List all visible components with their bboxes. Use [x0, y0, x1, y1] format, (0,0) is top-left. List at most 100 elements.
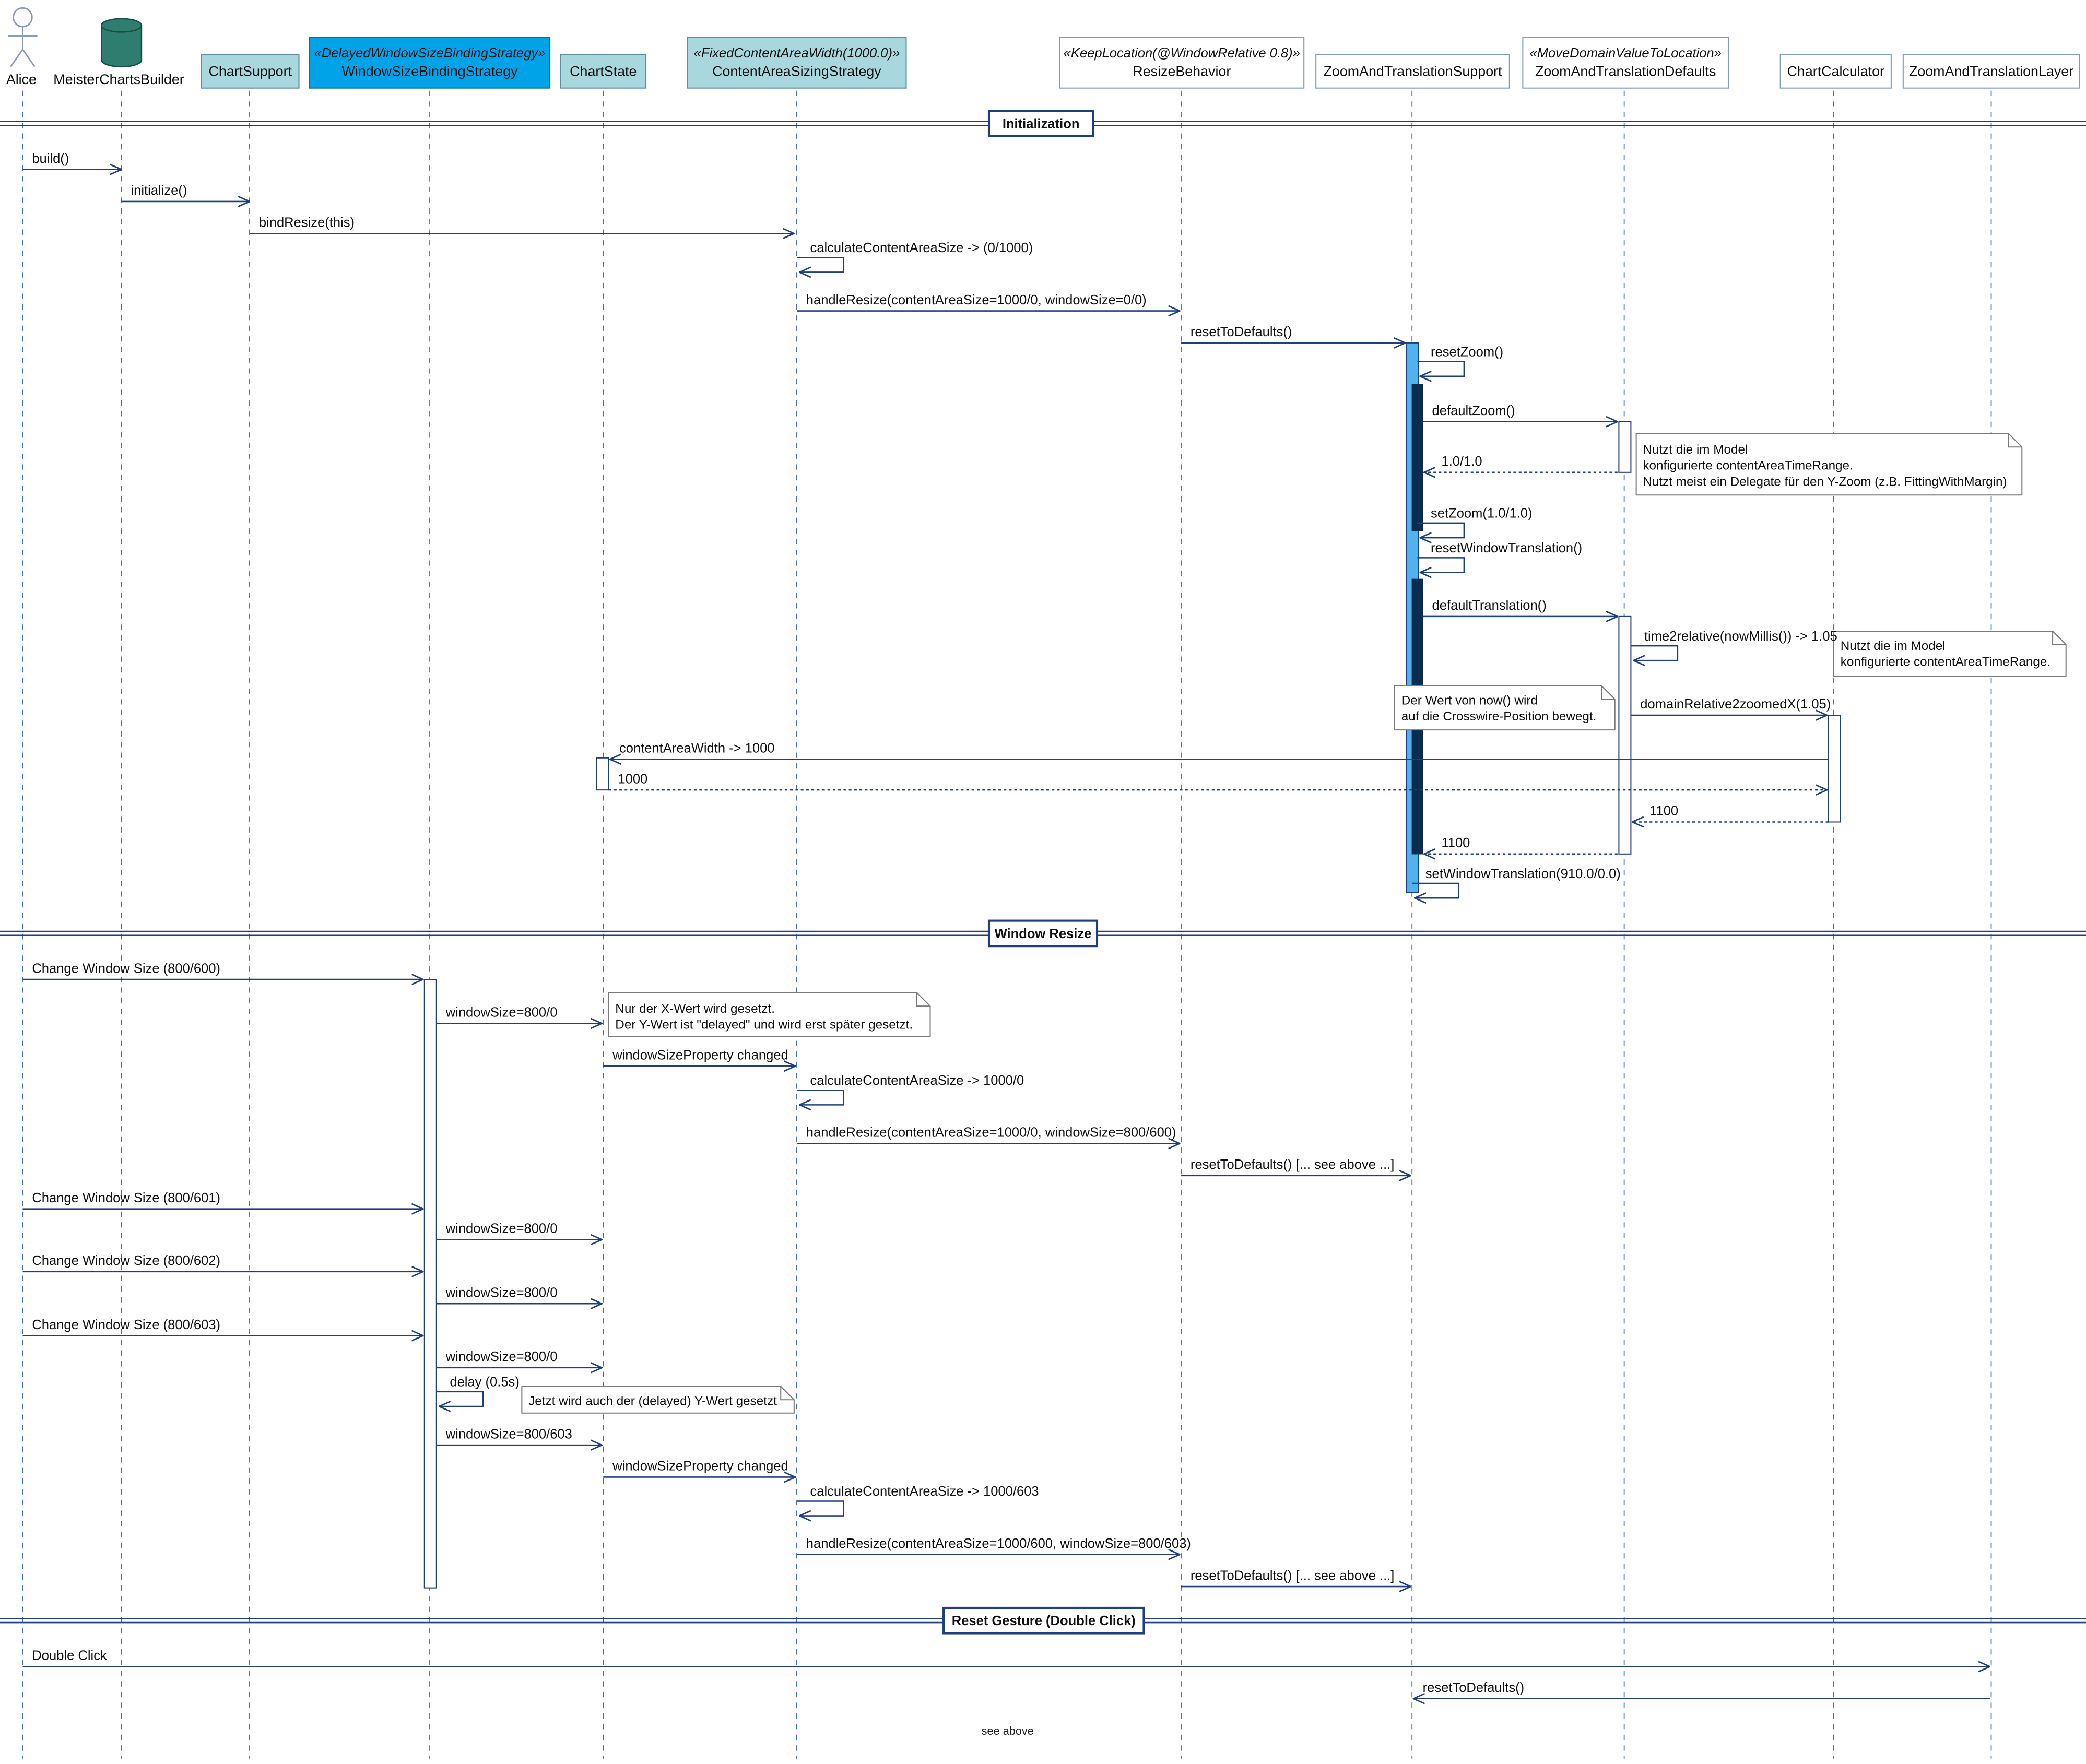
message-self: resetZoom(): [1417, 345, 1503, 376]
note-line: konfigurierte contentAreaTimeRange.: [1643, 459, 1853, 473]
message-label: Change Window Size (800/601): [32, 1191, 220, 1205]
message-sync: windowSize=800/0: [436, 1285, 602, 1304]
message-self: calculateContentAreaSize -> 1000/603: [796, 1484, 1039, 1516]
message-label: Change Window Size (800/600): [32, 961, 220, 976]
activation-zts-zoom: [1411, 384, 1423, 531]
message-arrow: [796, 257, 844, 272]
note-time-range: Nutzt die im Model konfigurierte content…: [1833, 630, 2067, 677]
message-sync: resetToDefaults(): [1413, 1680, 1990, 1699]
message-label: Change Window Size (800/603): [32, 1318, 220, 1332]
participant-label: ZoomAndTranslationLayer: [1909, 64, 2073, 79]
message-self: setWindowTranslation(910.0/0.0): [1412, 867, 1621, 898]
divider-label: Reset Gesture (Double Click): [952, 1614, 1136, 1628]
message-sync: windowSize=800/0: [436, 1349, 602, 1368]
message-arrow: [796, 1089, 844, 1105]
participant-label: WindowSizeBindingStrategy: [342, 64, 518, 79]
note-x-value-only: Nur der X-Wert wird gesetzt. Der Y-Wert …: [608, 992, 931, 1038]
note-line: Nutzt die im Model: [1643, 443, 1748, 457]
sequence-diagram: Alice MeisterChartsBuilder ChartSupport …: [0, 0, 2086, 1764]
participant-wsbs: «DelayedWindowSizeBindingStrategy» Windo…: [309, 37, 551, 89]
participant-builder: MeisterChartsBuilder: [53, 18, 184, 87]
message-self: calculateContentAreaSize -> 1000/0: [796, 1073, 1024, 1105]
message-label: windowSize=800/0: [445, 1222, 558, 1236]
activation-ztd-translation: [1618, 615, 1632, 855]
message-sync: resetToDefaults() [... see above ...]: [1181, 1157, 1411, 1176]
message-sync: initialize(): [121, 183, 250, 202]
message-label: build(): [32, 151, 69, 166]
message-return: 1100: [1424, 836, 1618, 854]
message-sync: handleResize(contentAreaSize=1000/0, win…: [796, 293, 1180, 311]
message-self: setZoom(1.0/1.0): [1417, 506, 1533, 538]
message-label: delay (0.5s): [450, 1375, 519, 1390]
participant-resize: «KeepLocation(@WindowRelative 0.8)» Resi…: [1059, 37, 1305, 89]
message-self: time2relative(nowMillis()) -> 1.05: [1631, 629, 1837, 660]
participant-label: ResizeBehavior: [1133, 64, 1231, 79]
message-label: contentAreaWidth -> 1000: [619, 741, 775, 756]
footer-text: see above: [982, 1724, 1034, 1737]
message-sync: resetToDefaults() [... see above ...]: [1181, 1568, 1411, 1587]
participant-stereotype: «KeepLocation(@WindowRelative 0.8)»: [1064, 46, 1300, 61]
message-label: calculateContentAreaSize -> 1000/0: [810, 1073, 1024, 1088]
message-label: windowSizeProperty changed: [612, 1048, 788, 1062]
message-sync: handleResize(contentAreaSize=1000/0, win…: [796, 1126, 1180, 1144]
message-label: resetToDefaults(): [1423, 1680, 1525, 1695]
message-label: handleResize(contentAreaSize=1000/600, w…: [806, 1536, 1191, 1551]
message-label: Change Window Size (800/602): [32, 1253, 220, 1268]
message-label: setWindowTranslation(910.0/0.0): [1425, 867, 1621, 881]
message-label: resetToDefaults(): [1191, 325, 1292, 339]
message-label: setZoom(1.0/1.0): [1431, 506, 1533, 521]
note-line: Nutzt meist ein Delegate für den Y-Zoom …: [1643, 475, 2007, 489]
message-sync: Double Click: [22, 1649, 1990, 1667]
participant-calc: ChartCalculator: [1779, 54, 1892, 89]
divider-reset-gesture: Reset Gesture (Double Click): [0, 1606, 2086, 1635]
message-label: calculateContentAreaSize -> (0/1000): [810, 241, 1033, 255]
message-label: resetToDefaults() [... see above ...]: [1191, 1568, 1394, 1583]
participant-chartsupport: ChartSupport: [201, 54, 300, 89]
participant-label: ZoomAndTranslationDefaults: [1535, 64, 1716, 79]
message-arrow: [1417, 557, 1465, 572]
note-line: auf die Crosswire-Position bewegt.: [1401, 709, 1597, 724]
message-label: defaultZoom(): [1432, 404, 1515, 418]
message-label: time2relative(nowMillis()) -> 1.05: [1644, 629, 1837, 644]
message-label: defaultTranslation(): [1432, 598, 1547, 613]
message-label: windowSize=800/603: [445, 1427, 572, 1441]
message-label: calculateContentAreaSize -> 1000/603: [810, 1484, 1039, 1499]
message-sync: Change Window Size (800/601): [22, 1191, 423, 1209]
note-line: konfigurierte contentAreaTimeRange.: [1841, 655, 2050, 669]
participant-stereotype: «MoveDomainValueToLocation»: [1529, 46, 1721, 61]
message-sync: windowSize=800/0: [436, 1222, 602, 1240]
message-self: resetWindowTranslation(): [1417, 541, 1582, 572]
message-sync: windowSizeProperty changed: [603, 1459, 795, 1477]
participant-zts: ZoomAndTranslationSupport: [1315, 54, 1510, 89]
message-label: initialize(): [131, 183, 187, 198]
message-sync: Change Window Size (800/602): [22, 1253, 423, 1272]
participant-label: ChartState: [570, 64, 637, 79]
participant-ztd: «MoveDomainValueToLocation» ZoomAndTrans…: [1522, 37, 1729, 89]
message-arrow: [1417, 361, 1465, 376]
message-arrow: [1631, 645, 1679, 660]
participant-stereotype: «FixedContentAreaWidth(1000.0)»: [694, 46, 900, 61]
actor-icon-body: [8, 27, 38, 67]
message-return: 1100: [1632, 804, 1829, 822]
activation-ztd-zoom: [1618, 421, 1632, 473]
message-sync: windowSizeProperty changed: [603, 1048, 795, 1066]
message-arrow: [436, 1391, 484, 1406]
message-sync: Change Window Size (800/603): [22, 1318, 423, 1336]
message-return: 1000: [608, 772, 1828, 790]
message-sync: Change Window Size (800/600): [22, 961, 423, 979]
message-sync: build(): [22, 151, 121, 170]
message-label: Double Click: [32, 1649, 107, 1663]
participant-casizing: «FixedContentAreaWidth(1000.0)» ContentA…: [687, 37, 907, 89]
activation-wsbs: [423, 979, 437, 1589]
note-crosswire: Der Wert von now() wird auf die Crosswir…: [1394, 685, 1616, 731]
sequence-diagram-canvas: Alice MeisterChartsBuilder ChartSupport …: [0, 7, 2086, 1759]
participant-label: Alice: [6, 72, 37, 87]
divider-initialization: Initialization: [0, 110, 2086, 137]
message-label: windowSize=800/0: [445, 1349, 558, 1364]
participant-label: ZoomAndTranslationSupport: [1324, 64, 1503, 79]
message-label: 1.0/1.0: [1441, 454, 1482, 469]
message-label: handleResize(contentAreaSize=1000/0, win…: [806, 293, 1147, 307]
message-label: bindResize(this): [259, 216, 355, 230]
participant-chartstate: ChartState: [560, 54, 647, 89]
message-sync: resetToDefaults(): [1181, 325, 1405, 343]
